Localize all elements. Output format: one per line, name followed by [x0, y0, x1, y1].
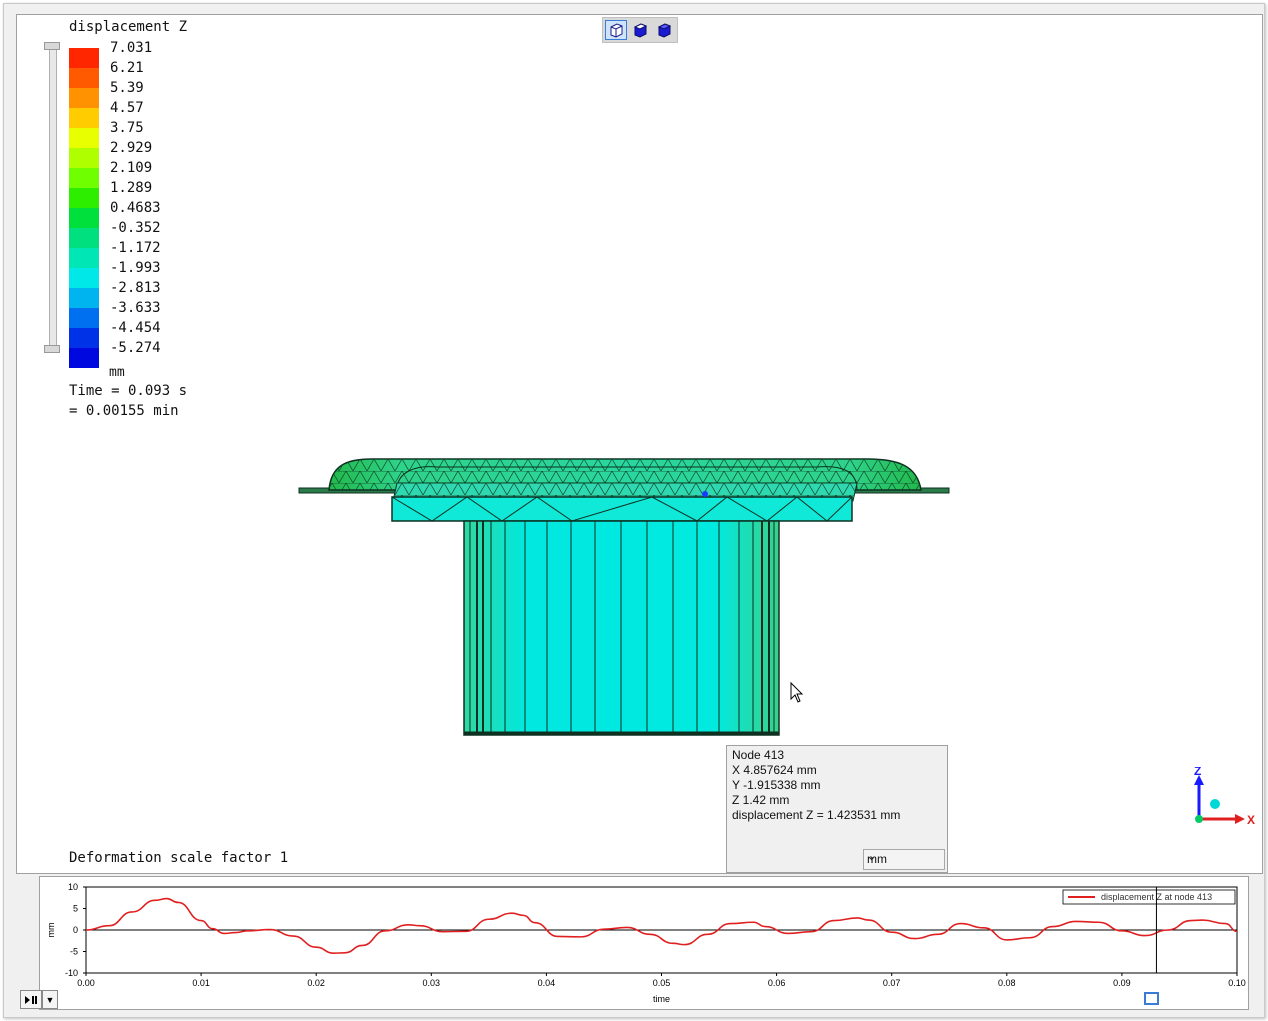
- time-minutes: = 0.00155 min: [69, 403, 179, 419]
- axis-z-label: Z: [1194, 767, 1201, 778]
- legend-unit: mm: [109, 365, 125, 380]
- color-scale-swatch: [69, 88, 99, 108]
- node-displacement: displacement Z = 1.423531 mm: [732, 808, 901, 822]
- fe-mesh-model[interactable]: [297, 435, 977, 765]
- node-info-tooltip: Node 413 X 4.857624 mm Y -1.915338 mm Z …: [726, 745, 948, 873]
- axes-triad: Z X: [1194, 767, 1255, 827]
- x-tick-label: 0.10: [1228, 978, 1246, 988]
- legend-title: displacement Z: [69, 19, 188, 35]
- deformation-scale-label: Deformation scale factor 1: [69, 850, 289, 866]
- y-tick-label: -5: [70, 947, 78, 957]
- play-pause-button[interactable]: [20, 990, 42, 1009]
- color-scale-swatch: [69, 48, 99, 68]
- legend-value: -2.813: [110, 280, 161, 296]
- x-tick-label: 0.03: [423, 978, 441, 988]
- node-x: X 4.857624 mm: [732, 763, 817, 777]
- color-scale-swatch: [69, 228, 99, 248]
- x-tick-label: 0.07: [883, 978, 901, 988]
- color-scale-swatch: [69, 328, 99, 348]
- y-tick-label: 5: [73, 904, 78, 914]
- legend-value: -0.352: [110, 220, 161, 236]
- x-tick-label: 0.02: [307, 978, 325, 988]
- 3d-viewport[interactable]: displacement Z 7.031 6.21 5.39 4.57 3.75 2.92…: [16, 14, 1263, 874]
- time-seconds: Time = 0.093 s: [69, 383, 188, 399]
- x-tick-label: 0.06: [768, 978, 786, 988]
- x-tick-label: 0.00: [77, 978, 95, 988]
- y-tick-label: -10: [65, 968, 78, 978]
- color-scale-swatch: [69, 148, 99, 168]
- color-scale-swatch: [69, 108, 99, 128]
- x-tick-label: 0.08: [998, 978, 1016, 988]
- color-scale-swatch: [69, 248, 99, 268]
- x-tick-label: 0.01: [192, 978, 210, 988]
- legend-value: -5.274: [110, 340, 161, 356]
- time-slider-handle[interactable]: [1144, 992, 1159, 1005]
- app-window: displacement Z 7.031 6.21 5.39 4.57 3.75 2.92…: [3, 3, 1265, 1018]
- legend-value: 3.75: [110, 120, 144, 136]
- color-scale-swatch: [69, 288, 99, 308]
- x-tick-label: 0.09: [1113, 978, 1131, 988]
- legend-value: 7.031: [110, 40, 153, 56]
- unit-dropdown[interactable]: mm ⌄: [863, 849, 945, 870]
- legend-value: 4.57: [110, 100, 144, 116]
- legend-value: 5.39: [110, 80, 144, 96]
- shaded-cube-icon[interactable]: [629, 20, 651, 40]
- legend-value: 0.4683: [110, 200, 161, 216]
- y-axis-label: mm: [46, 923, 56, 938]
- legend-value: 1.289: [110, 180, 153, 196]
- color-scale-swatch: [69, 68, 99, 88]
- displacement-chart: 10 5 0 -5 -100.00 0.01 0.02 0.03 0.04 0.05 0.06 0.0…: [46, 882, 1246, 1004]
- x-axis-label: time: [653, 994, 670, 1004]
- node-z: Z 1.42 mm: [732, 793, 790, 807]
- legend-value: -3.633: [110, 300, 161, 316]
- legend-value: -4.454: [110, 320, 161, 336]
- chevron-down-icon: ⌄: [867, 851, 877, 863]
- time-history-plot[interactable]: 10 5 0 -5 -10 0.00 0.01 0.02 0.03 0.04 0.05 0.06 0.0…: [39, 876, 1249, 1010]
- solid-cube-icon[interactable]: [653, 20, 675, 40]
- color-scale-swatch: [69, 168, 99, 188]
- color-scale-swatch: [69, 128, 99, 148]
- color-scale-swatch: [69, 308, 99, 328]
- mouse-cursor-icon: [790, 681, 804, 703]
- x-tick-label: 0.04: [538, 978, 556, 988]
- playback-options-button[interactable]: ▼: [42, 990, 58, 1009]
- legend-value: 6.21: [110, 60, 144, 76]
- legend-values: 7.031 6.21 5.39 4.57 3.75 2.929 2.109 1.289 0.46…: [110, 38, 161, 358]
- view-toolbar: [602, 17, 678, 43]
- slider-top-handle[interactable]: [44, 42, 60, 50]
- color-scale-bar: [69, 48, 99, 368]
- y-tick-label: 10: [68, 882, 78, 892]
- legend-value: 2.929: [110, 140, 153, 156]
- legend-range-slider[interactable]: [49, 45, 57, 349]
- legend-value: -1.993: [110, 260, 161, 276]
- color-scale-swatch: [69, 348, 99, 368]
- axis-x-label: X: [1247, 813, 1255, 827]
- slider-bottom-handle[interactable]: [44, 345, 60, 353]
- color-scale-swatch: [69, 188, 99, 208]
- x-tick-label: 0.05: [653, 978, 671, 988]
- color-scale-swatch: [69, 208, 99, 228]
- node-y: Y -1.915338 mm: [732, 778, 821, 792]
- legend-value: -1.172: [110, 240, 161, 256]
- color-scale-swatch: [69, 268, 99, 288]
- node-id: Node 413: [732, 748, 785, 762]
- wireframe-cube-icon[interactable]: [605, 20, 627, 40]
- y-tick-label: 0: [73, 925, 78, 935]
- legend-value: 2.109: [110, 160, 153, 176]
